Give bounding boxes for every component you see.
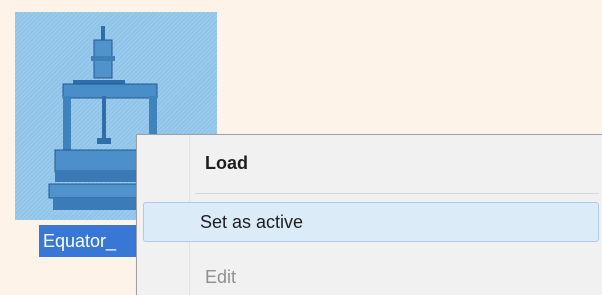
context-menu: Load Set as active Edit — [136, 134, 602, 295]
menu-item-set-as-active-label: Set as active — [200, 212, 304, 232]
menu-item-load[interactable]: Load — [143, 143, 599, 183]
program-name-text: Equator_ — [43, 231, 117, 251]
menu-item-load-label: Load — [205, 153, 248, 173]
menu-item-set-as-active[interactable]: Set as active — [143, 202, 599, 242]
menu-item-edit-label: Edit — [205, 267, 237, 287]
menu-item-edit[interactable]: Edit — [143, 257, 599, 295]
menu-separator — [195, 193, 599, 194]
program-name-label[interactable]: Equator_ — [39, 225, 143, 257]
